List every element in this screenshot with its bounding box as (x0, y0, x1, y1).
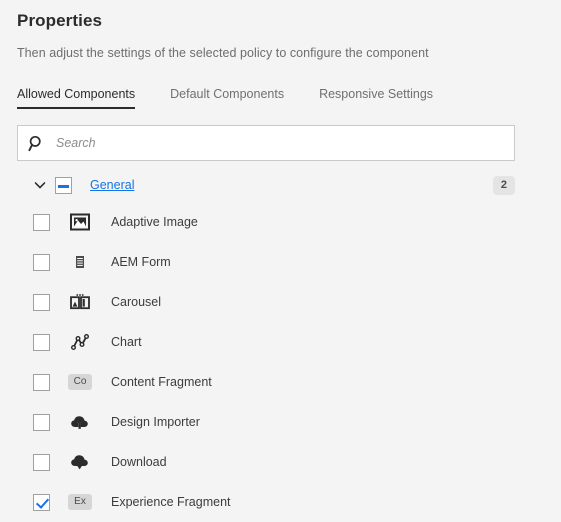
tab-default-components[interactable]: Default Components (170, 87, 284, 109)
component-row-content-fragment[interactable]: Co Content Fragment (17, 362, 544, 402)
component-row-adaptive-image[interactable]: Adaptive Image (17, 202, 544, 242)
component-label-aem-form: AEM Form (111, 255, 171, 269)
group-checkbox-general[interactable] (55, 176, 72, 194)
adaptive-image-icon (68, 212, 92, 232)
component-label-carousel: Carousel (111, 295, 162, 309)
component-row-carousel[interactable]: Carousel (17, 282, 544, 322)
component-checkbox-aem-form[interactable] (33, 253, 50, 271)
properties-panel: Properties Then adjust the settings of t… (0, 0, 561, 519)
page-subtitle: Then adjust the settings of the selected… (17, 46, 429, 60)
component-checkbox-experience-fragment[interactable] (33, 493, 50, 511)
download-icon (68, 452, 92, 472)
component-row-experience-fragment[interactable]: Ex Experience Fragment (17, 482, 544, 522)
component-checkbox-chart[interactable] (33, 333, 50, 351)
component-label-experience-fragment: Experience Fragment (111, 495, 231, 509)
component-row-download[interactable]: Download (17, 442, 544, 482)
page-title: Properties (17, 11, 103, 30)
component-row-design-importer[interactable]: Design Importer (17, 402, 544, 442)
group-label-general[interactable]: General (90, 178, 134, 192)
search-icon (28, 135, 45, 152)
group-count-badge: 2 (492, 175, 515, 195)
component-row-aem-form[interactable]: AEM Form (17, 242, 544, 282)
component-checkbox-adaptive-image[interactable] (33, 213, 50, 231)
chart-icon (68, 332, 92, 352)
aem-form-icon (68, 252, 92, 272)
experience-fragment-icon-text: Ex (68, 494, 92, 510)
tab-allowed-components[interactable]: Allowed Components (17, 87, 136, 109)
content-fragment-icon-text: Co (68, 374, 92, 390)
search-input[interactable] (54, 135, 504, 151)
tab-responsive-settings[interactable]: Responsive Settings (319, 87, 433, 109)
component-label-content-fragment: Content Fragment (111, 375, 212, 389)
component-checkbox-design-importer[interactable] (33, 413, 50, 431)
group-row-general: General 2 (17, 168, 544, 202)
component-checkbox-content-fragment[interactable] (33, 373, 50, 391)
component-label-download: Download (111, 455, 167, 469)
component-label-chart: Chart (111, 335, 142, 349)
design-importer-icon (68, 412, 92, 432)
component-label-design-importer: Design Importer (111, 415, 200, 429)
chevron-down-icon[interactable] (33, 178, 47, 192)
carousel-icon (68, 292, 92, 312)
component-label-adaptive-image: Adaptive Image (111, 215, 198, 229)
search-box[interactable] (17, 125, 515, 161)
component-checkbox-carousel[interactable] (33, 293, 50, 311)
component-checkbox-download[interactable] (33, 453, 50, 471)
tab-bar: Allowed Components Default Components Re… (17, 79, 544, 109)
experience-fragment-icon: Ex (68, 492, 92, 512)
content-fragment-icon: Co (68, 372, 92, 392)
component-row-chart[interactable]: Chart (17, 322, 544, 362)
